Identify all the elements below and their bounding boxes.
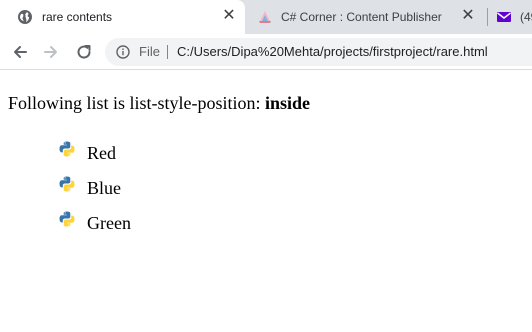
tab-rare-contents[interactable]: rare contents ✕ [0,0,245,34]
forward-button[interactable] [37,38,65,66]
browser-toolbar: File C:/Users/Dipa%20Mehta/projects/firs… [0,34,532,70]
python-logo-icon [58,210,76,228]
mail-icon [496,9,512,25]
csharp-corner-icon [257,9,273,25]
reload-button[interactable] [70,38,98,66]
url-text[interactable]: C:/Users/Dipa%20Mehta/projects/firstproj… [177,44,488,60]
list-item-label: Red [87,143,116,163]
globe-icon [17,9,33,25]
reload-icon [77,45,91,59]
list-item-label: Green [87,213,131,233]
close-icon[interactable]: ✕ [460,8,476,24]
address-bar[interactable]: File C:/Users/Dipa%20Mehta/projects/firs… [105,38,532,66]
python-logo-icon [58,140,76,158]
info-icon[interactable] [116,45,130,59]
heading-text: Following list is list-style-position: [8,93,266,113]
omnibox-separator [167,45,168,59]
heading-bold-text: inside [265,93,311,113]
back-arrow-icon [14,46,27,58]
forward-arrow-icon [44,46,57,58]
tab-csharp-corner[interactable]: C# Corner : Content Publisher ✕ [245,0,487,34]
list-item-label: Blue [87,178,121,198]
page-heading: Following list is list-style-position: i… [8,93,310,113]
close-icon[interactable]: ✕ [221,8,237,24]
page-content: Following list is list-style-position: i… [0,70,532,332]
python-logo-icon [58,175,76,193]
tab-strip: rare contents ✕ C# Corner : Content Publ… [0,0,532,34]
tab-title: rare contents [42,10,113,24]
back-button[interactable] [6,38,34,66]
tab-title: (49 [520,10,532,24]
tab-title: C# Corner : Content Publisher [281,10,442,24]
tab-mail[interactable]: (49 [488,0,532,34]
scheme-label: File [139,44,160,59]
